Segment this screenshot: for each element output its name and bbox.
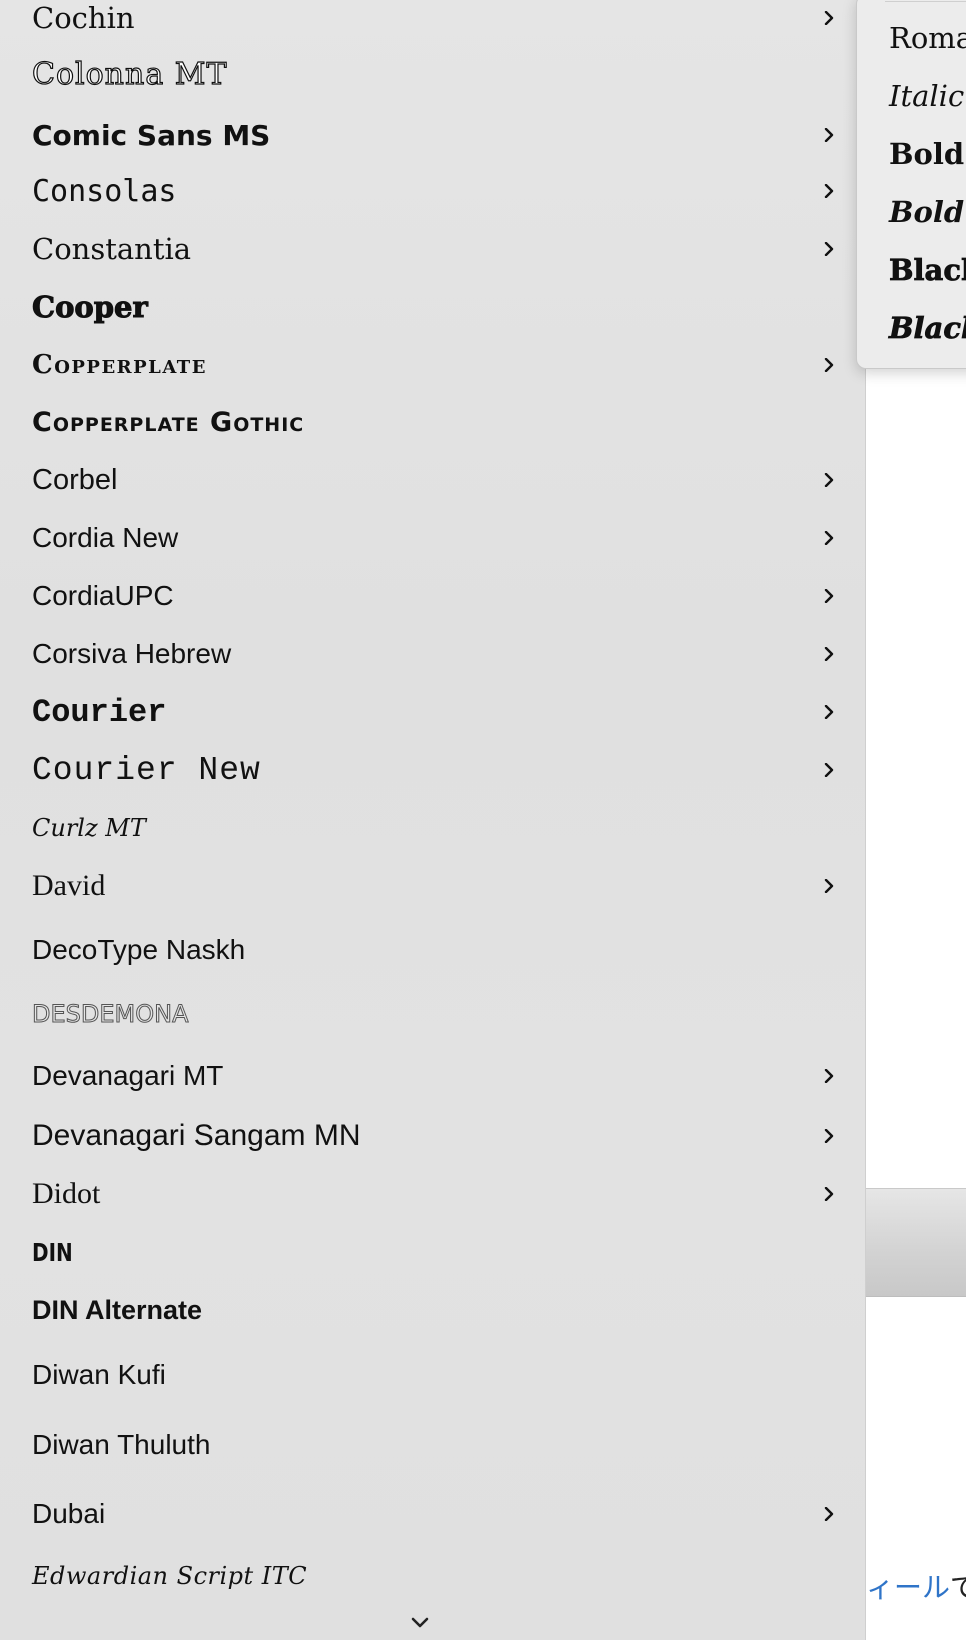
divider [885,1,966,2]
menu-item-dubai[interactable]: Dubai [0,1486,866,1542]
chevron-right-icon [822,705,836,719]
menu-item-cochin[interactable]: Cochin [0,0,866,46]
menu-item-label: Consolas [32,173,177,209]
menu-item-label: Cooper [32,290,149,325]
chevron-right-icon [822,1187,836,1201]
chevron-right-icon [822,1129,836,1143]
chevron-right-icon [822,11,836,25]
menu-item-devanagari-sangam-mn[interactable]: Devanagari Sangam MN [0,1108,866,1164]
link-suffix: で [950,1571,966,1604]
chevron-right-icon [822,531,836,545]
menu-item-label: Comic Sans MS [32,118,271,152]
chevron-right-icon [822,589,836,603]
divider [866,1296,966,1297]
menu-item-label: Cordia New [32,522,179,553]
menu-item-label: DIN Alternate [32,1294,203,1325]
chevron-right-icon [822,1507,836,1521]
menu-item-cooper[interactable]: Cooper [0,279,866,335]
menu-item-decotype-naskh[interactable]: DecoType Naskh [0,922,866,978]
menu-item-din[interactable]: DIN [0,1224,866,1280]
menu-item-cordia-new[interactable]: Cordia New [0,510,866,566]
chevron-right-icon [822,242,836,256]
background-link[interactable]: ィールで [866,1566,966,1606]
submenu-item-bold[interactable]: Bold [889,137,964,171]
background-toolbar [866,1189,966,1297]
menu-item-cordiaupc[interactable]: CordiaUPC [0,568,866,624]
menu-item-label: Devanagari MT [32,1060,224,1091]
menu-item-label: Colonna MT [31,56,228,92]
menu-item-diwan-kufi[interactable]: Diwan Kufi [0,1347,866,1403]
menu-item-constantia[interactable]: Constantia [0,221,866,277]
menu-item-copperplate-gothic[interactable]: Copperplate Gothic [0,394,866,450]
submenu-item-black-italic[interactable]: Black Italic [889,311,966,346]
menu-item-label: DecoType Naskh [32,934,246,965]
menu-item-colonna-mt[interactable]: Colonna MT [0,46,866,102]
submenu-item-italic[interactable]: Italic [889,79,964,113]
menu-item-label: Devanagari Sangam MN [32,1119,361,1152]
menu-item-desdemona[interactable]: Desdemona [0,986,866,1042]
menu-item-consolas[interactable]: Consolas [0,163,866,219]
menu-item-din-alternate[interactable]: DIN Alternate [0,1282,866,1338]
submenu-item-bold-italic[interactable]: Bold Italic [889,195,966,229]
menu-item-label: Curlz MT [32,814,146,842]
menu-item-devanagari-mt[interactable]: Devanagari MT [0,1048,866,1104]
menu-item-label: Corsiva Hebrew [32,638,232,669]
menu-item-label: Copperplate [32,350,207,380]
menu-item-label: Diwan Thuluth [32,1429,211,1460]
menu-item-diwan-thuluth[interactable]: Diwan Thuluth [0,1417,866,1473]
menu-item-corbel[interactable]: Corbel [0,452,866,508]
menu-item-label: Diwan Kufi [32,1359,166,1390]
chevron-down-icon[interactable] [408,1614,432,1632]
chevron-right-icon [822,128,836,142]
menu-item-label: Courier New [32,751,261,789]
menu-item-label: Didot [32,1177,101,1210]
chevron-right-icon [822,763,836,777]
chevron-right-icon [822,1069,836,1083]
menu-item-label: Desdemona [32,1000,189,1029]
menu-item-comic-sans-ms[interactable]: Comic Sans MS [0,107,866,163]
menu-item-edwardian-script-itc[interactable]: Edwardian Script ITC [0,1548,866,1604]
menu-item-label: DIN [32,1237,73,1267]
menu-item-didot[interactable]: Didot [0,1166,866,1222]
chevron-right-icon [822,358,836,372]
menu-item-label: Courier [32,693,167,731]
menu-item-courier[interactable]: Courier [0,684,866,740]
chevron-right-icon [822,184,836,198]
menu-item-label: CordiaUPC [32,580,174,611]
chevron-right-icon [822,879,836,893]
menu-item-label: David [32,869,106,902]
menu-item-corsiva-hebrew[interactable]: Corsiva Hebrew [0,626,866,682]
menu-item-label: Corbel [32,463,118,496]
menu-item-david[interactable]: David [0,858,866,914]
link-text[interactable]: ィール [866,1571,950,1604]
menu-item-copperplate[interactable]: Copperplate [0,337,866,393]
submenu-item-roman[interactable]: Roman [889,21,966,55]
menu-item-label: Copperplate Gothic [32,406,305,438]
chevron-right-icon [822,647,836,661]
font-menu: Cochin Colonna MT Comic Sans MS Consolas… [0,0,866,1640]
menu-item-label: Constantia [32,232,192,266]
submenu-item-black[interactable]: Black [889,253,966,288]
menu-item-label: Cochin [32,1,135,35]
menu-item-label: Dubai [32,1498,106,1529]
style-submenu: Roman Italic Bold Bold Italic Black Blac… [856,0,966,369]
menu-item-label: Edwardian Script ITC [32,1562,308,1590]
menu-item-curlz-mt[interactable]: Curlz MT [0,800,866,856]
chevron-right-icon [822,473,836,487]
menu-item-courier-new[interactable]: Courier New [0,742,866,798]
